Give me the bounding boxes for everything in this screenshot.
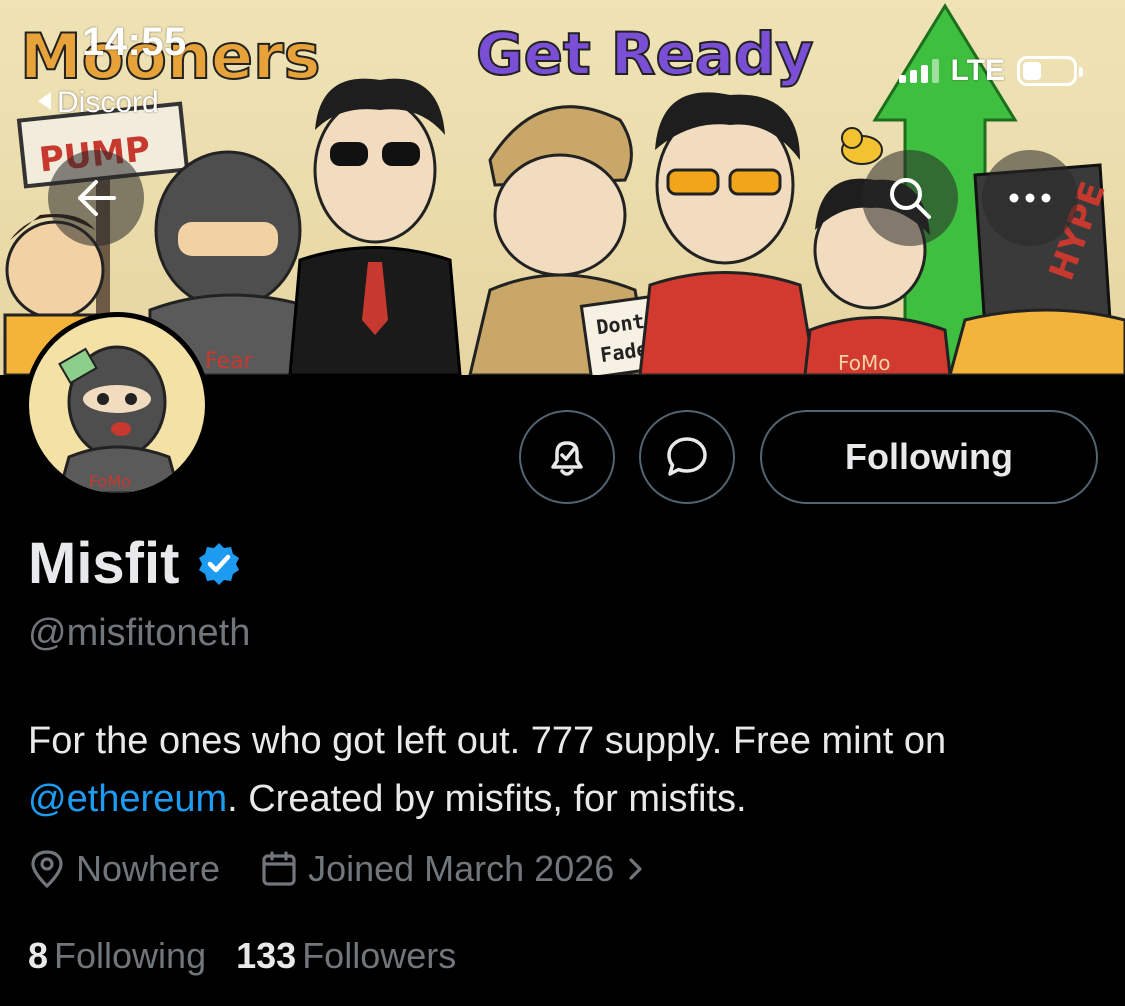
banner-title-right: Get Ready [476, 20, 813, 88]
location-text: Nowhere [76, 848, 221, 889]
bio: For the ones who got left out. 777 suppl… [28, 712, 1098, 828]
follow-stats: 8 Following 133 Followers [28, 935, 456, 977]
chevron-right-icon [629, 858, 642, 880]
avatar-shirt-text: FoMo [89, 472, 131, 491]
more-button[interactable] [982, 150, 1078, 246]
signal-icon [898, 59, 939, 83]
bio-text-1: For the ones who got left out. 777 suppl… [28, 720, 947, 762]
location: Nowhere [28, 848, 220, 890]
following-count: 8 [28, 935, 49, 976]
search-icon [890, 178, 931, 219]
profile-avatar[interactable]: FoMo [24, 312, 210, 498]
following-stat[interactable]: 8 Following [28, 935, 206, 977]
profile-banner[interactable]: Mooners Get Ready PUMP Fear Dont Fade [0, 0, 1125, 375]
bell-check-icon [551, 441, 583, 476]
bio-mention-link[interactable]: @ethereum [28, 778, 227, 820]
message-icon [667, 437, 707, 476]
more-icon [1009, 193, 1051, 203]
back-triangle-icon [38, 92, 51, 110]
joined-text: Joined March 2026 [308, 848, 615, 889]
back-arrow-icon [78, 180, 116, 216]
battery-icon [1017, 56, 1083, 86]
message-button[interactable] [639, 410, 735, 504]
avatar-illustration: FoMo [57, 345, 181, 493]
following-stat-label: Following [54, 935, 207, 976]
joined-date[interactable]: Joined March 2026 [260, 848, 646, 890]
followers-count: 133 [236, 935, 297, 976]
back-to-app[interactable]: Discord [38, 86, 159, 120]
search-button[interactable] [862, 150, 958, 246]
status-indicators: LTE [898, 54, 1083, 88]
verified-badge-icon[interactable] [195, 540, 243, 588]
banner-shirt-text-2: FoMo [838, 351, 891, 375]
following-button[interactable]: Following [760, 410, 1098, 504]
back-app-label: Discord [57, 86, 159, 119]
status-time: 14:55 [82, 20, 187, 64]
name-row: Misfit [28, 530, 243, 597]
handle: @misfitoneth [28, 612, 251, 654]
banner-shirt-text-1: Fear [205, 349, 253, 374]
profile-meta: Nowhere Joined March 2026 [28, 848, 646, 890]
calendar-icon [262, 851, 296, 886]
notifications-button[interactable] [519, 410, 615, 504]
location-pin-icon [31, 850, 63, 889]
network-label: LTE [950, 54, 1005, 87]
bio-text-2: . Created by misfits, for misfits. [227, 778, 747, 820]
display-name: Misfit [28, 531, 180, 596]
followers-stat-label: Followers [302, 935, 457, 976]
followers-stat[interactable]: 133 Followers [236, 935, 456, 977]
back-button[interactable] [48, 150, 144, 246]
